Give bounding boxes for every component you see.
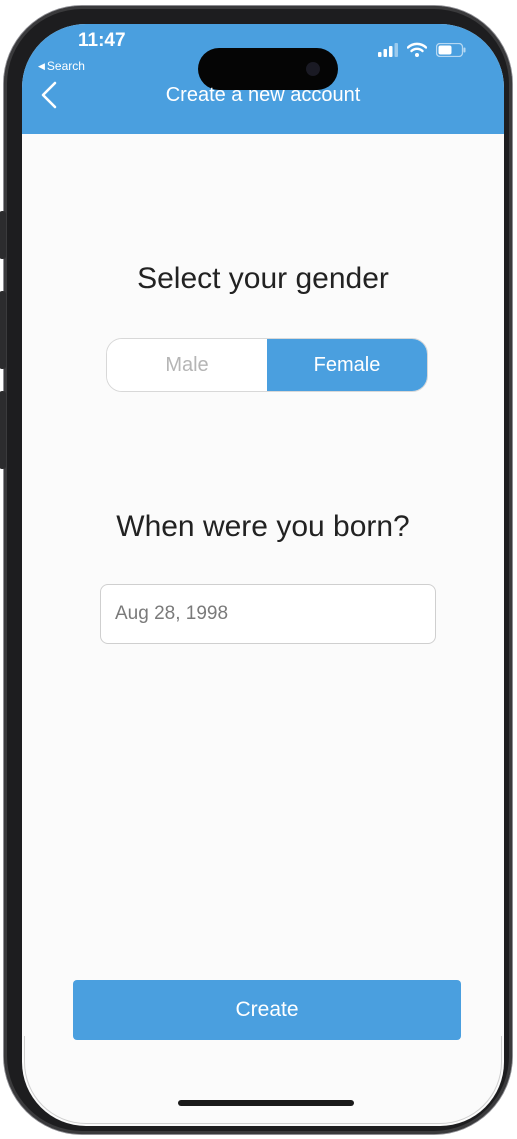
create-button[interactable]: Create (73, 980, 461, 1040)
home-indicator[interactable] (178, 1100, 354, 1106)
screen-bottom-edge (24, 1036, 502, 1124)
birthdate-field[interactable]: Aug 28, 1998 (100, 584, 436, 644)
status-back-to-app[interactable]: ◀ Search (38, 59, 85, 73)
cellular-signal-icon (378, 42, 398, 57)
status-time: 11:47 (78, 30, 126, 51)
action-button (0, 211, 6, 259)
volume-down-button (0, 391, 6, 469)
phone-screen: 11:47 ◀ Search Create a new account Sele… (22, 24, 504, 1126)
status-back-app-label: Search (46, 59, 85, 73)
front-camera-icon (306, 62, 320, 76)
phone-frame: 11:47 ◀ Search Create a new account Sele… (0, 6, 512, 1134)
volume-up-button (0, 291, 6, 369)
page-title: Create a new account (165, 84, 361, 106)
gender-heading: Select your gender (137, 262, 389, 295)
left-triangle-icon: ◀ (38, 60, 45, 71)
gender-option-male[interactable]: Male (107, 339, 267, 391)
battery-icon (436, 42, 466, 57)
status-icons (378, 42, 466, 57)
app-header: 11:47 ◀ Search Create a new account (22, 24, 504, 134)
gender-segmented-control: Male Female (106, 338, 428, 392)
gender-option-female[interactable]: Female (267, 339, 427, 391)
birthdate-heading: When were you born? (116, 510, 410, 543)
wifi-icon (407, 42, 427, 57)
